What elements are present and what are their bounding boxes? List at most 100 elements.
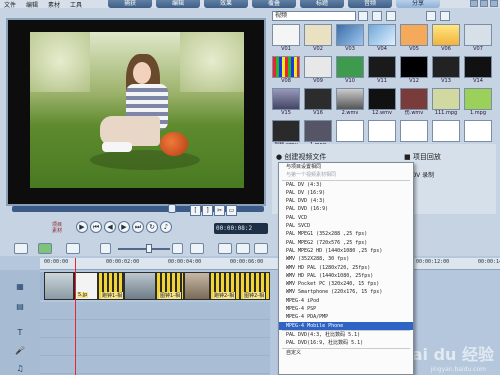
library-manager-icon[interactable] — [426, 11, 436, 21]
next-frame-icon[interactable]: ▶ — [118, 221, 130, 233]
step-tab[interactable]: 分享 — [396, 0, 440, 8]
library-thumbnail[interactable]: 12.wmv — [368, 88, 396, 116]
format-menu-item[interactable]: 与项目设置相同 — [279, 163, 413, 171]
project-playback-label[interactable]: 项目回放 — [413, 153, 441, 161]
transition-clip[interactable]: 图钟1-相 — [156, 272, 184, 300]
timecode-display[interactable]: 00:00:08:2 — [214, 223, 268, 234]
library-category-select[interactable]: 视频 — [272, 11, 356, 21]
folder-icon[interactable] — [358, 11, 368, 21]
library-thumbnail[interactable]: V12 — [400, 56, 428, 84]
step-tab[interactable]: 编辑 — [156, 0, 200, 8]
prev-frame-icon[interactable]: ◀ — [104, 221, 116, 233]
library-thumbnail[interactable]: V09 — [304, 56, 332, 84]
format-menu-item[interactable]: MPEG-4 PSP — [279, 305, 413, 313]
library-thumbnail[interactable]: V16 — [304, 88, 332, 116]
format-menu-item[interactable]: PAL MPEG2 (720x576 ,25 fps) — [279, 239, 413, 247]
step-tab[interactable]: 覆叠 — [252, 0, 296, 8]
format-menu-item[interactable]: 自定义 — [279, 349, 413, 357]
photo-clip[interactable] — [44, 272, 74, 300]
library-thumbnail[interactable]: 111.mpg — [432, 88, 460, 116]
enlarge-preview-button[interactable]: ▭ — [226, 205, 237, 216]
library-thumbnail[interactable]: V05 — [400, 24, 428, 52]
zoom-in-icon[interactable] — [172, 243, 183, 254]
minimize-icon[interactable] — [470, 0, 478, 7]
library-thumbnail[interactable]: V11 — [368, 56, 396, 84]
transition-clip[interactable]: 图钟2-相 — [240, 272, 270, 300]
import-icon[interactable] — [372, 11, 382, 21]
transition-clip[interactable]: 跑钟2-相 — [210, 272, 240, 300]
volume-icon[interactable]: ♪ — [160, 221, 172, 233]
mode-clip-label[interactable]: 素材 — [52, 228, 62, 234]
format-menu-item[interactable]: WMV Smartphone (220x176, 15 fps) — [279, 288, 413, 296]
dv-record-label[interactable]: DV 录制 — [412, 172, 435, 179]
split-clip-button[interactable]: ✂ — [214, 205, 225, 216]
mark-in-button[interactable]: [ — [190, 205, 201, 216]
photo-clip[interactable] — [184, 272, 210, 300]
title-track-icon[interactable]: T — [6, 328, 34, 338]
library-thumbnail[interactable]: V01 — [272, 24, 300, 52]
restore-icon[interactable] — [480, 0, 488, 7]
project-playback-option[interactable]: ■ 项目回放 — [404, 152, 441, 162]
track-manager-icon[interactable] — [254, 243, 268, 254]
library-thumbnail[interactable]: V04 — [368, 24, 396, 52]
format-menu-item[interactable]: PAL DV (16:9) — [279, 189, 413, 197]
photo-clip[interactable] — [124, 272, 156, 300]
redo-icon[interactable] — [236, 243, 250, 254]
transition-clip[interactable]: 跑钟1-相 — [98, 272, 124, 300]
go-start-icon[interactable]: ⏮ — [90, 221, 102, 233]
library-thumbnail[interactable]: 伤.wmv — [400, 88, 428, 116]
format-menu-item[interactable]: PAL MPEG1 (352x288 ,25 fps) — [279, 230, 413, 238]
library-thumbnail[interactable]: V02 — [304, 24, 332, 52]
format-menu-item[interactable]: WMV HD PAL (1440x1080, 25fps) — [279, 272, 413, 280]
play-icon[interactable]: ▶ — [76, 221, 88, 233]
close-icon[interactable] — [490, 0, 498, 7]
format-menu-item[interactable]: MPEG-4 PDA/PMP — [279, 313, 413, 321]
format-menu-item[interactable]: PAL DV (4:3) — [279, 181, 413, 189]
library-thumbnail[interactable]: V13 — [432, 56, 460, 84]
audio-view-icon[interactable] — [66, 243, 80, 254]
format-menu-item[interactable]: PAL MPEG2 HD (1440x1080 ,25 fps) — [279, 247, 413, 255]
library-thumbnail[interactable]: V06 — [432, 24, 460, 52]
format-menu-item[interactable]: PAL DVD(4:3, 杜比数码 5.1) — [279, 331, 413, 339]
image-clip[interactable]: 5.jp — [74, 272, 98, 300]
step-tab[interactable]: 效果 — [204, 0, 248, 8]
library-thumbnail[interactable]: V08 — [272, 56, 300, 84]
storyboard-view-icon[interactable] — [14, 243, 28, 254]
repeat-icon[interactable]: ↻ — [146, 221, 158, 233]
preview-mode-labels[interactable]: 项目 素材 — [52, 222, 62, 234]
undo-icon[interactable] — [218, 243, 232, 254]
library-thumbnail[interactable]: 2.wmv — [336, 88, 364, 116]
format-menu-item[interactable]: WMV Pocket PC (320x240, 15 fps) — [279, 280, 413, 288]
playhead[interactable] — [75, 258, 76, 375]
library-thumbnail[interactable]: 1.mpg — [464, 88, 492, 116]
library-thumbnail[interactable]: V03 — [336, 24, 364, 52]
overlay-track-icon[interactable]: ▤ — [6, 302, 34, 312]
step-tab[interactable]: 捕获 — [108, 0, 152, 8]
options-icon[interactable] — [440, 11, 450, 21]
format-menu-item[interactable]: PAL DVD(16:9, 杜比数码 5.1) — [279, 339, 413, 347]
format-menu-item[interactable]: WMV (352X288, 30 fps) — [279, 255, 413, 263]
library-thumbnail[interactable]: V14 — [464, 56, 492, 84]
fit-project-icon[interactable] — [190, 243, 204, 254]
sort-icon[interactable] — [386, 11, 396, 21]
library-thumbnail[interactable]: V10 — [336, 56, 364, 84]
format-menu-item[interactable]: MPEG-4 iPod — [279, 297, 413, 305]
zoom-out-icon[interactable] — [100, 243, 111, 254]
video-track-icon[interactable]: ▦ — [6, 282, 34, 292]
create-video-label[interactable]: 创建视频文件 — [284, 153, 326, 161]
step-tab[interactable]: 标题 — [300, 0, 344, 8]
zoom-slider[interactable] — [118, 248, 170, 250]
format-menu-item[interactable]: MPEG-4 Mobile Phone — [279, 321, 413, 330]
music-track-icon[interactable]: ♫ — [6, 364, 34, 374]
step-tab[interactable]: 音频 — [348, 0, 392, 8]
format-menu-item[interactable]: PAL SVCD — [279, 222, 413, 230]
library-thumbnail[interactable]: V07 — [464, 24, 492, 52]
format-menu-item[interactable]: PAL DVD (16:9) — [279, 205, 413, 213]
zoom-slider-handle[interactable] — [146, 244, 152, 253]
scrubber-handle[interactable] — [168, 204, 176, 213]
create-video-option[interactable]: ● 创建视频文件 — [276, 152, 326, 162]
voice-track-icon[interactable]: 🎤 — [6, 346, 34, 356]
library-thumbnail[interactable]: V15 — [272, 88, 300, 116]
format-menu-item[interactable]: PAL VCD — [279, 214, 413, 222]
format-menu-item[interactable]: PAL DVD (4:3) — [279, 197, 413, 205]
